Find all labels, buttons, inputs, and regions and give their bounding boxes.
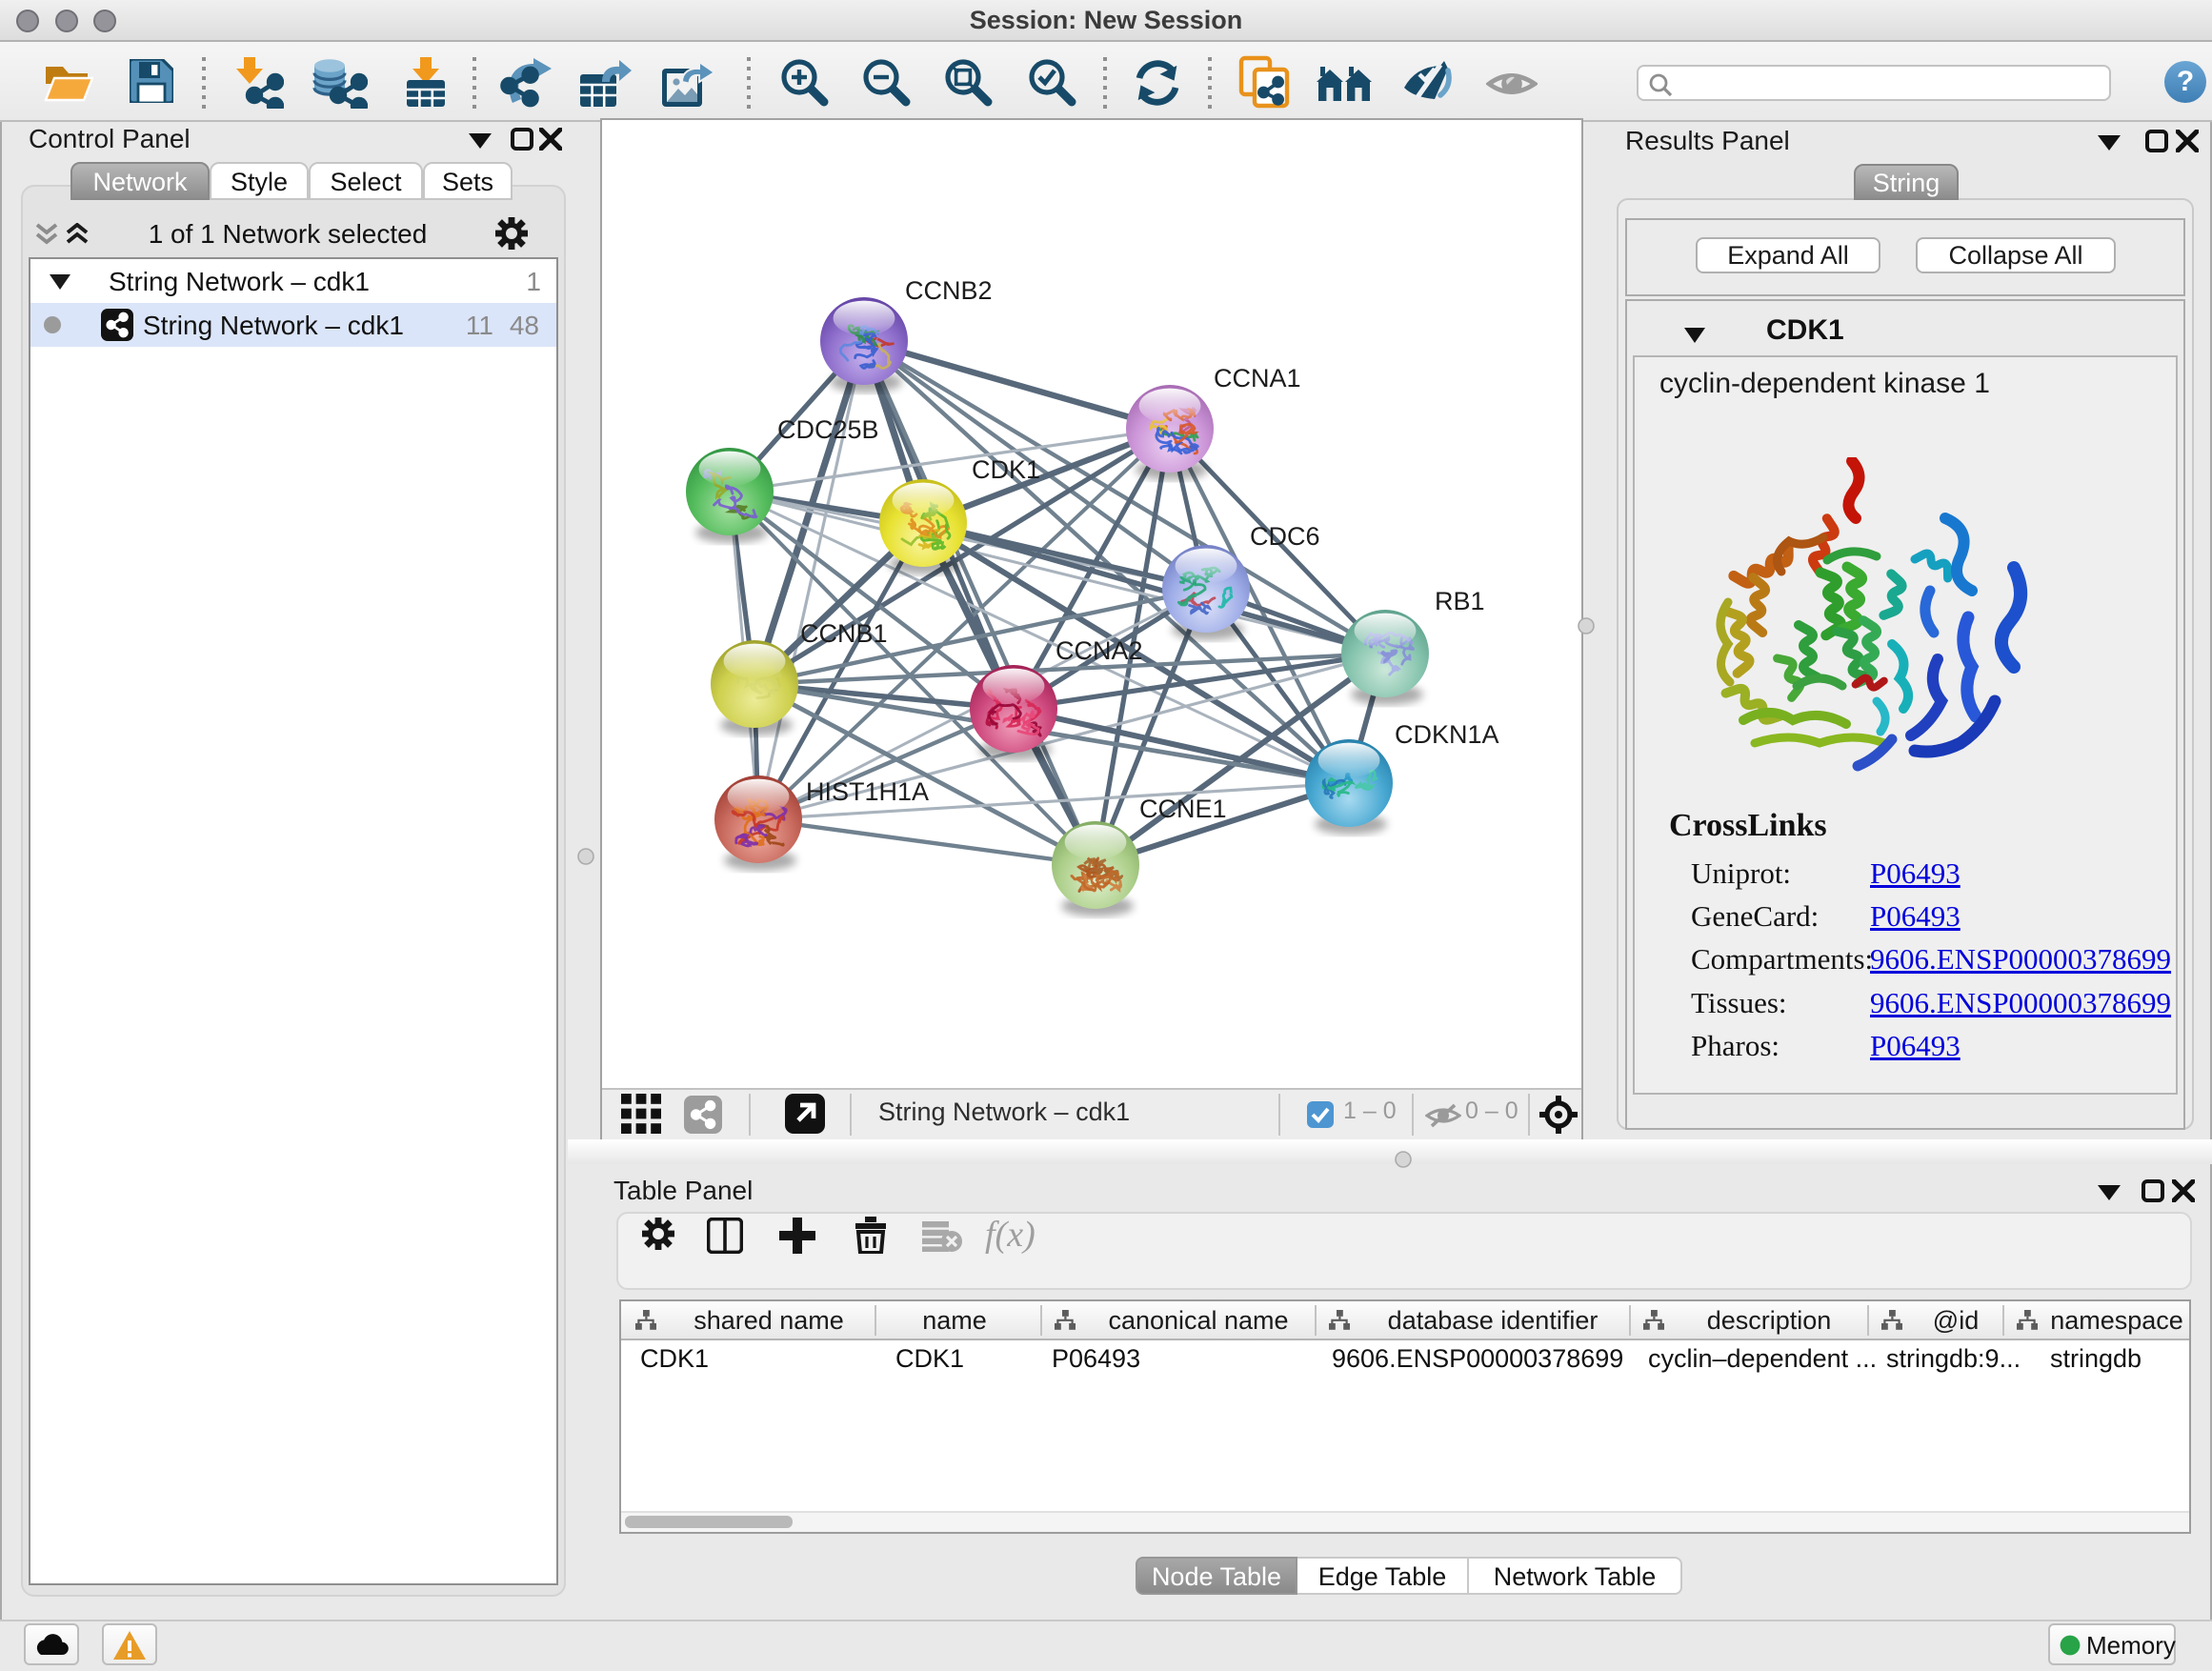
svg-text:CCNA1: CCNA1	[1214, 364, 1301, 393]
svg-text:CCNA2: CCNA2	[1056, 636, 1143, 665]
svg-text:CDC6: CDC6	[1250, 522, 1320, 551]
svg-text:CCNE1: CCNE1	[1139, 795, 1227, 823]
svg-text:CCNB1: CCNB1	[800, 619, 888, 648]
svg-text:CDC25B: CDC25B	[777, 415, 879, 444]
svg-text:RB1: RB1	[1435, 587, 1485, 615]
svg-text:CDK1: CDK1	[972, 455, 1040, 484]
svg-text:HIST1H1A: HIST1H1A	[806, 777, 929, 806]
svg-text:CDKN1A: CDKN1A	[1395, 720, 1499, 749]
svg-text:CCNB2: CCNB2	[905, 276, 993, 305]
